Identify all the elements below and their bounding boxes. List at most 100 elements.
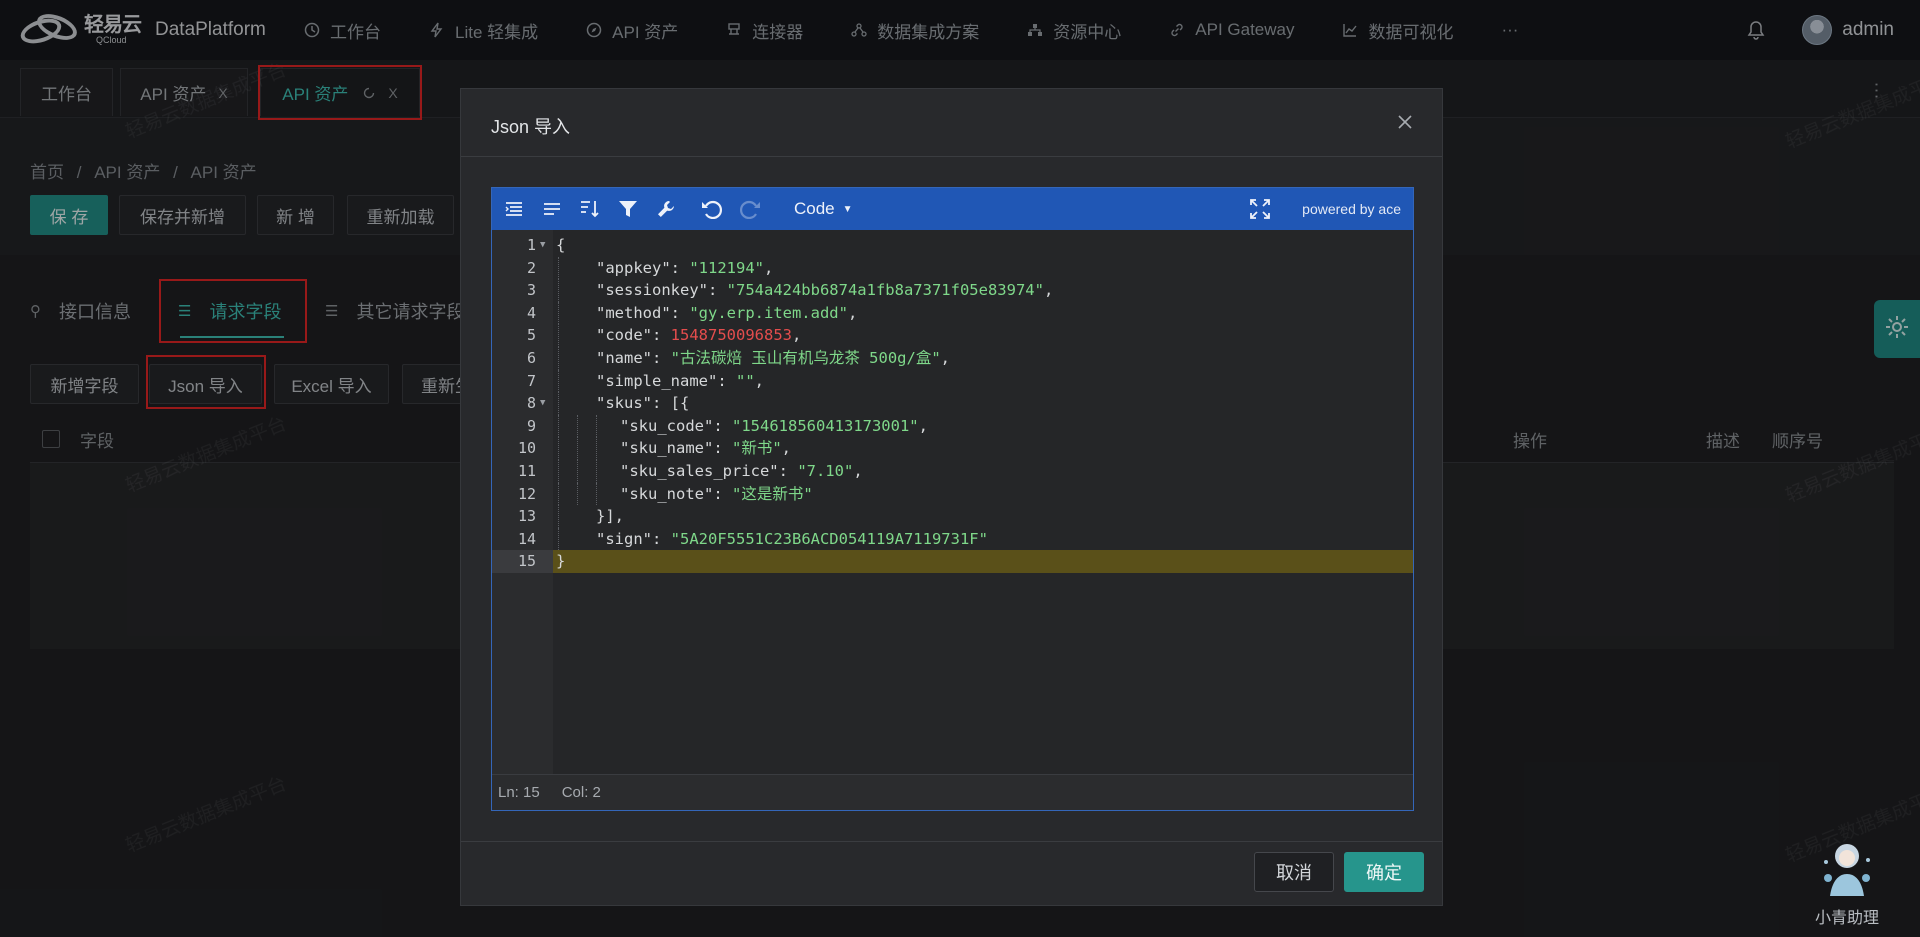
json-string: "古法碳焙 玉山有机乌龙茶 500g/盒" [670, 349, 941, 367]
indent-guide [558, 392, 559, 415]
confirm-button[interactable]: 确定 [1344, 852, 1424, 892]
modal-footer: 取消 确定 [461, 841, 1442, 905]
line-number: 14 [517, 529, 536, 548]
json-string: "" [736, 371, 755, 390]
indent-guide [558, 324, 559, 347]
code-text: "simple_name": "", [596, 370, 764, 393]
filter-icon[interactable] [616, 197, 640, 221]
indent-guide [596, 460, 597, 483]
code-line[interactable]: 13}], [492, 505, 1413, 528]
indent-guide [558, 482, 559, 506]
mode-dropdown[interactable]: Code ▼ [794, 199, 853, 219]
json-punct: } [556, 552, 566, 571]
json-key: "sku_code" [620, 416, 714, 435]
line-number: 4 [526, 303, 536, 322]
editor-toolbar: Code ▼ powered by ace [492, 188, 1413, 230]
code-line[interactable]: 7 "simple_name": "", [492, 369, 1413, 393]
json-key: "simple_name" [596, 371, 718, 390]
code-line[interactable]: 12 "sku_note": "这是新书" [492, 482, 1413, 506]
line-number: 15 [517, 552, 536, 571]
close-icon[interactable] [1392, 109, 1418, 135]
indent-guide [596, 414, 597, 438]
code-line[interactable]: 11 "sku_sales_price": "7.10", [492, 460, 1413, 483]
code-line[interactable]: 4 "method": "gy.erp.item.add", [492, 301, 1413, 325]
code-line[interactable]: 14 "sign": "5A20F5551C23B6ACD054119A71197… [492, 527, 1413, 551]
undo-icon[interactable] [700, 197, 724, 221]
indent-guide [577, 482, 578, 506]
indent-guide [558, 256, 559, 280]
json-key: "sku_name" [620, 439, 714, 458]
indent-guide [596, 482, 597, 506]
json-punct: : [707, 281, 727, 300]
indent-guide [558, 301, 559, 325]
code-text: "sku_sales_price": "7.10", [620, 460, 863, 483]
code-line[interactable]: 6 "name": "古法碳焙 玉山有机乌龙茶 500g/盒", [492, 347, 1413, 370]
json-editor[interactable]: Code ▼ powered by ace Ln: 15 Col: 2 1 ▼{2… [491, 187, 1414, 811]
indent-guide [577, 460, 578, 483]
cancel-button[interactable]: 取消 [1254, 852, 1334, 892]
line-number: 5 [526, 326, 536, 345]
fold-toggle-icon[interactable]: ▼ [540, 234, 545, 257]
code-line[interactable]: 2 "appkey": "112194", [492, 256, 1413, 280]
status-line: Ln: 15 [498, 784, 540, 801]
assistant-widget[interactable]: 小青助理 [1812, 838, 1882, 928]
json-punct: , [918, 416, 928, 435]
json-punct: , [754, 371, 765, 390]
json-punct: : [713, 484, 732, 503]
json-punct: : [652, 529, 671, 548]
code-line[interactable]: 15} [492, 550, 1413, 573]
json-punct: : [713, 439, 732, 458]
fullscreen-icon[interactable] [1249, 198, 1271, 220]
json-punct: , [847, 303, 858, 322]
line-number: 6 [526, 349, 536, 367]
code-text: { [556, 234, 565, 257]
code-text: "sku_code": "154618560413173001", [620, 415, 928, 438]
compact-icon[interactable] [540, 197, 564, 221]
json-punct: : [717, 371, 736, 390]
json-punct: : [713, 416, 732, 435]
code-text: "name": "古法碳焙 玉山有机乌龙茶 500g/盒", [596, 347, 950, 370]
line-number: 12 [517, 484, 536, 503]
line-number: 11 [517, 462, 536, 480]
indent-guide [558, 527, 559, 551]
modal-header: Json 导入 [461, 89, 1442, 157]
code-text: "sku_note": "这是新书" [620, 483, 813, 506]
json-punct: }], [596, 507, 624, 526]
indent-guide [577, 437, 578, 460]
format-icon[interactable] [502, 197, 526, 221]
code-line[interactable]: 9 "sku_code": "154618560413173001", [492, 414, 1413, 438]
fold-toggle-icon[interactable]: ▼ [540, 392, 545, 415]
json-punct: : [670, 258, 690, 277]
code-text: } [556, 550, 565, 573]
line-number: 8 [526, 394, 536, 413]
code-line[interactable]: 5 "code": 1548750096853, [492, 324, 1413, 347]
repair-wrench-icon[interactable] [654, 197, 678, 221]
json-key: "code" [596, 326, 652, 345]
json-string: "112194" [689, 258, 764, 277]
code-line[interactable]: 1 ▼ { [492, 234, 1413, 257]
json-punct: : [652, 326, 671, 345]
line-number: 1 [526, 236, 536, 254]
json-key: "sku_note" [620, 484, 714, 503]
sort-icon[interactable] [578, 197, 602, 221]
json-key: "method" [596, 303, 671, 322]
indent-guide [558, 460, 559, 483]
editor-statusbar: Ln: 15 Col: 2 [492, 774, 1413, 810]
line-number: 7 [526, 371, 536, 390]
json-punct: , [853, 462, 863, 480]
code-line[interactable]: 3 "sessionkey": "754a424bb6874a1fb8a7371f… [492, 279, 1413, 302]
line-number: 13 [517, 507, 536, 526]
code-text: }], [596, 505, 624, 528]
code-line[interactable]: 8 ▼ "skus": [{ [492, 392, 1413, 415]
json-key: "sku_sales_price" [620, 462, 779, 480]
redo-icon[interactable] [738, 197, 762, 221]
code-text: "sessionkey": "754a424bb6874a1fb8a7371f0… [596, 279, 1053, 302]
code-line[interactable]: 10 "sku_name": "新书", [492, 437, 1413, 460]
json-string: "754a424bb6874a1fb8a7371f05e83974" [726, 281, 1044, 300]
json-punct: : [{ [652, 394, 690, 413]
indent-guide [558, 347, 559, 370]
json-key: "sign" [596, 529, 652, 548]
indent-guide [596, 437, 597, 460]
json-punct: , [1043, 281, 1054, 300]
code-text: "sku_name": "新书", [620, 437, 791, 460]
